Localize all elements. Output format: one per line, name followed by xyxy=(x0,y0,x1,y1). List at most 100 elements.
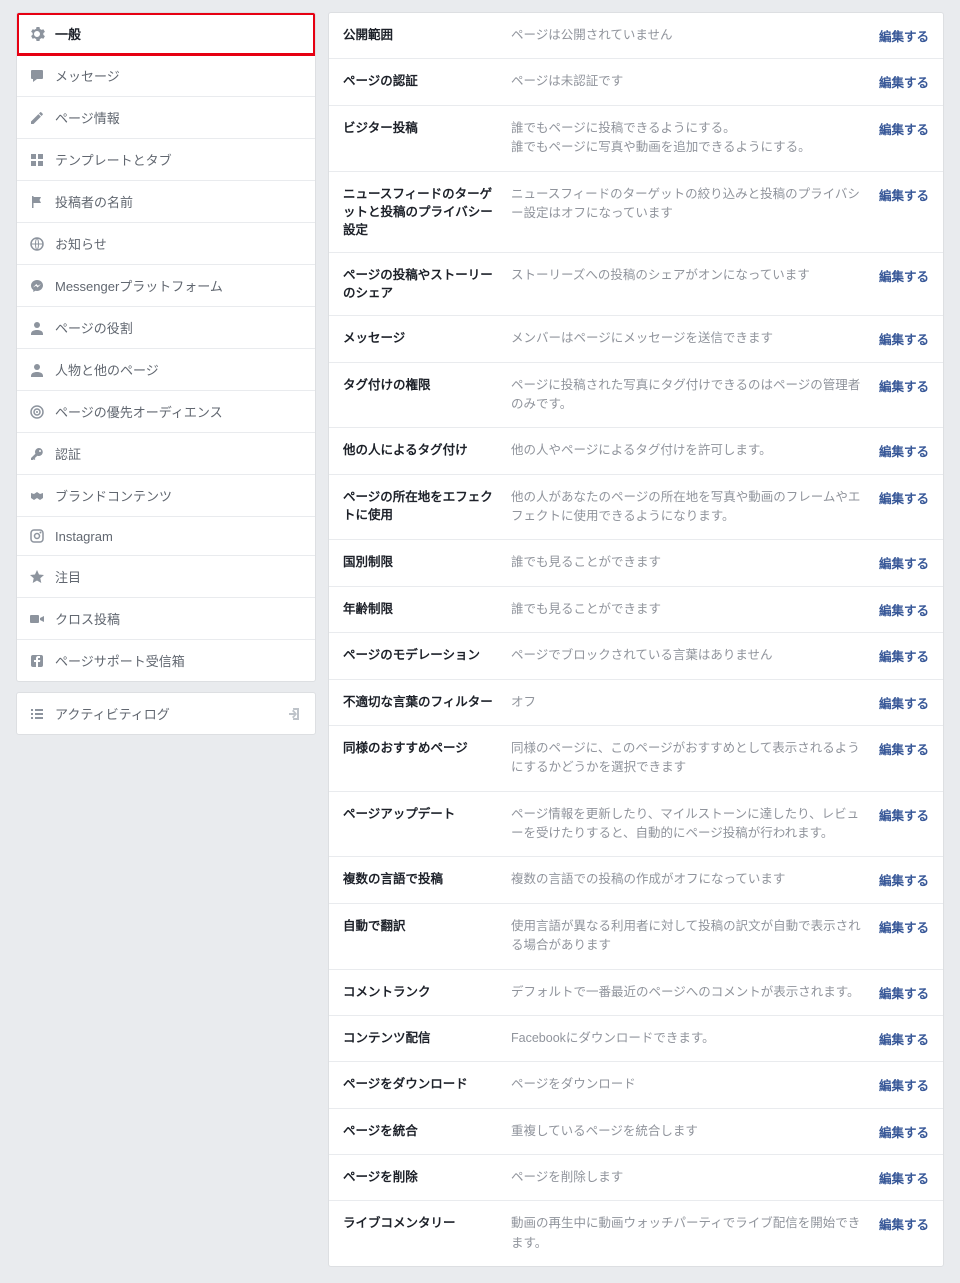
sidebar-item--[interactable]: お知らせ xyxy=(17,223,315,265)
edit-link[interactable]: 編集する xyxy=(879,72,929,91)
setting-label: ページを削除 xyxy=(343,1168,501,1186)
sidebar-item--[interactable]: 投稿者の名前 xyxy=(17,181,315,223)
setting-row: ページをダウンロードページをダウンロード編集する xyxy=(329,1062,943,1108)
setting-desc: 同様のページに、このページがおすすめとして表示されるようにするかどうかを選択でき… xyxy=(511,739,869,778)
setting-desc: 誰でも見ることができます xyxy=(511,553,869,572)
setting-row: ページを統合重複しているページを統合します編集する xyxy=(329,1109,943,1155)
sidebar-item-label: ページの優先オーディエンス xyxy=(55,402,223,421)
edit-link[interactable]: 編集する xyxy=(879,917,929,936)
setting-label: 年齢制限 xyxy=(343,600,501,618)
setting-label: ページをダウンロード xyxy=(343,1075,501,1093)
flag-icon xyxy=(29,194,45,210)
setting-desc: ニュースフィードのターゲットの絞り込みと投稿のプライバシー設定はオフになっていま… xyxy=(511,185,869,224)
sidebar-item-label: メッセージ xyxy=(55,66,120,85)
setting-row: ページのモデレーションページでブロックされている言葉はありません編集する xyxy=(329,633,943,679)
sidebar-item-label: クロス投稿 xyxy=(55,609,120,628)
edit-link[interactable]: 編集する xyxy=(879,488,929,507)
setting-row: 国別制限誰でも見ることができます編集する xyxy=(329,540,943,586)
sidebar-item--[interactable]: ページの優先オーディエンス xyxy=(17,391,315,433)
setting-desc: メンバーはページにメッセージを送信できます xyxy=(511,329,869,348)
setting-row: 年齢制限誰でも見ることができます編集する xyxy=(329,587,943,633)
setting-desc: ページは公開されていません xyxy=(511,26,869,45)
handshake-icon xyxy=(29,488,45,504)
edit-link[interactable]: 編集する xyxy=(879,1029,929,1048)
sidebar-item--[interactable]: ページサポート受信箱 xyxy=(17,640,315,681)
setting-label: メッセージ xyxy=(343,329,501,347)
edit-link[interactable]: 編集する xyxy=(879,119,929,138)
setting-desc: 使用言語が異なる利用者に対して投稿の訳文が自動で表示される場合があります xyxy=(511,917,869,956)
edit-link[interactable]: 編集する xyxy=(879,553,929,572)
sidebar-item--[interactable]: ページの役割 xyxy=(17,307,315,349)
setting-desc: ページ情報を更新したり、マイルストーンに達したり、レビューを受けたりすると、自動… xyxy=(511,805,869,844)
setting-row: タグ付けの権限ページに投稿された写真にタグ付けできるのはページの管理者のみです。… xyxy=(329,363,943,429)
edit-link[interactable]: 編集する xyxy=(879,1075,929,1094)
setting-desc: ページをダウンロード xyxy=(511,1075,869,1094)
setting-label: ページアップデート xyxy=(343,805,501,823)
setting-label: コンテンツ配信 xyxy=(343,1029,501,1047)
edit-link[interactable]: 編集する xyxy=(879,266,929,285)
sidebar-item--[interactable]: テンプレートとタブ xyxy=(17,139,315,181)
sidebar-nav: 一般メッセージページ情報テンプレートとタブ投稿者の名前お知らせMessenger… xyxy=(16,12,316,682)
sidebar-item--[interactable]: クロス投稿 xyxy=(17,598,315,640)
speech-icon xyxy=(29,68,45,84)
setting-row: メッセージメンバーはページにメッセージを送信できます編集する xyxy=(329,316,943,362)
sidebar-item-instagram[interactable]: Instagram xyxy=(17,517,315,556)
grid-icon xyxy=(29,152,45,168)
messenger-icon xyxy=(29,278,45,294)
edit-link[interactable]: 編集する xyxy=(879,441,929,460)
page-root: 一般メッセージページ情報テンプレートとタブ投稿者の名前お知らせMessenger… xyxy=(0,0,960,1283)
sidebar-item-label: 注目 xyxy=(55,567,81,586)
edit-link[interactable]: 編集する xyxy=(879,26,929,45)
setting-row: コメントランクデフォルトで一番最近のページへのコメントが表示されます。編集する xyxy=(329,970,943,1016)
edit-link[interactable]: 編集する xyxy=(879,983,929,1002)
sidebar-item-messenger-[interactable]: Messengerプラットフォーム xyxy=(17,265,315,307)
setting-desc: ページに投稿された写真にタグ付けできるのはページの管理者のみです。 xyxy=(511,376,869,415)
edit-link[interactable]: 編集する xyxy=(879,646,929,665)
edit-link[interactable]: 編集する xyxy=(879,600,929,619)
sidebar-item--[interactable]: 注目 xyxy=(17,556,315,598)
edit-link[interactable]: 編集する xyxy=(879,329,929,348)
setting-label: 他の人によるタグ付け xyxy=(343,441,501,459)
edit-link[interactable]: 編集する xyxy=(879,805,929,824)
sidebar-item--[interactable]: 一般 xyxy=(17,13,315,55)
setting-desc: ページは未認証です xyxy=(511,72,869,91)
edit-link[interactable]: 編集する xyxy=(879,376,929,395)
setting-row: 他の人によるタグ付け他の人やページによるタグ付けを許可します。編集する xyxy=(329,428,943,474)
star-icon xyxy=(29,569,45,585)
edit-link[interactable]: 編集する xyxy=(879,693,929,712)
setting-label: ニュースフィードのターゲットと投稿のプライバシー設定 xyxy=(343,185,501,239)
edit-link[interactable]: 編集する xyxy=(879,1168,929,1187)
setting-row: ニュースフィードのターゲットと投稿のプライバシー設定ニュースフィードのターゲット… xyxy=(329,172,943,253)
sidebar-item-activity-log[interactable]: アクティビティログ xyxy=(17,693,315,734)
edit-link[interactable]: 編集する xyxy=(879,1122,929,1141)
sidebar-item-label: ブランドコンテンツ xyxy=(55,486,172,505)
setting-label: 公開範囲 xyxy=(343,26,501,44)
edit-link[interactable]: 編集する xyxy=(879,870,929,889)
sidebar: 一般メッセージページ情報テンプレートとタブ投稿者の名前お知らせMessenger… xyxy=(16,12,316,745)
setting-row: ページを削除ページを削除します編集する xyxy=(329,1155,943,1201)
setting-row: ページの所在地をエフェクトに使用他の人があなたのページの所在地を写真や動画のフレ… xyxy=(329,475,943,541)
edit-link[interactable]: 編集する xyxy=(879,739,929,758)
setting-row: 自動で翻訳使用言語が異なる利用者に対して投稿の訳文が自動で表示される場合がありま… xyxy=(329,904,943,970)
sidebar-item-label: ページの役割 xyxy=(55,318,133,337)
sidebar-item--[interactable]: ページ情報 xyxy=(17,97,315,139)
setting-label: タグ付けの権限 xyxy=(343,376,501,394)
setting-desc: ページを削除します xyxy=(511,1168,869,1187)
sidebar-item-label: テンプレートとタブ xyxy=(55,150,172,169)
setting-desc: ストーリーズへの投稿のシェアがオンになっています xyxy=(511,266,869,285)
sidebar-item--[interactable]: 人物と他のページ xyxy=(17,349,315,391)
edit-link[interactable]: 編集する xyxy=(879,1214,929,1233)
target-icon xyxy=(29,404,45,420)
setting-desc: デフォルトで一番最近のページへのコメントが表示されます。 xyxy=(511,983,869,1002)
sidebar-item-label: 認証 xyxy=(55,444,81,463)
setting-row: ビジター投稿誰でもページに投稿できるようにする。誰でもページに写真や動画を追加で… xyxy=(329,106,943,172)
sidebar-item-label: ページサポート受信箱 xyxy=(55,651,185,670)
sidebar-item--[interactable]: 認証 xyxy=(17,433,315,475)
instagram-icon xyxy=(29,528,45,544)
sidebar-item--[interactable]: メッセージ xyxy=(17,55,315,97)
user-icon xyxy=(29,320,45,336)
sidebar-item--[interactable]: ブランドコンテンツ xyxy=(17,475,315,517)
edit-link[interactable]: 編集する xyxy=(879,185,929,204)
setting-label: ページのモデレーション xyxy=(343,646,501,664)
video-icon xyxy=(29,611,45,627)
